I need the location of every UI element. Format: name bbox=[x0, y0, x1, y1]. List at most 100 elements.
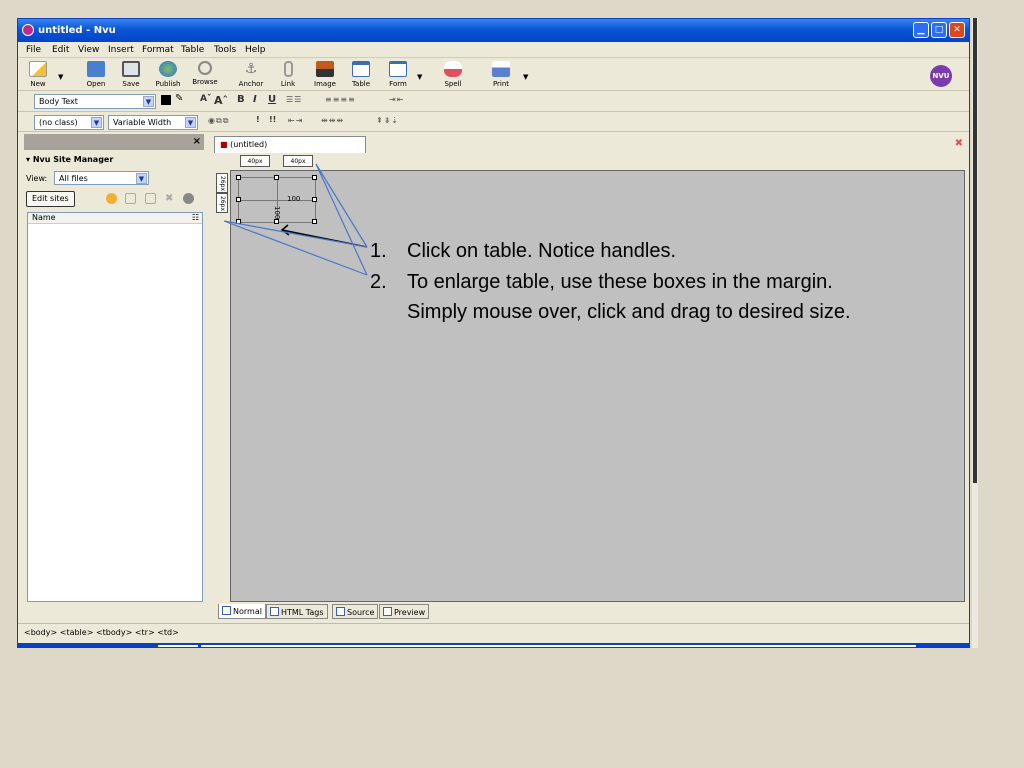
menu-tools[interactable]: Tools bbox=[214, 45, 236, 55]
new-page-icon bbox=[29, 61, 47, 77]
css-tools-icon[interactable]: ◉⧉⧉ bbox=[208, 116, 229, 126]
format-toolbar-1: Body Text ▼ ✎ Aˇ Aˆ B I U ☰☰ ≡≡≡≡ ⇥⇤ bbox=[18, 92, 969, 112]
important-button[interactable]: ! bbox=[256, 115, 260, 124]
chevron-down-icon: ▼ bbox=[185, 117, 196, 128]
column-picker-icon[interactable]: ☷ bbox=[192, 213, 199, 222]
link-button[interactable]: Link bbox=[268, 60, 308, 90]
site-manager-sidebar: × ▾ Nvu Site Manager View: All files ▼ Ed… bbox=[24, 134, 204, 609]
left-ruler: 26px 26px bbox=[214, 169, 230, 619]
indent-buttons-icon[interactable]: ⇥⇤ bbox=[389, 95, 404, 104]
scrollbar-thumb[interactable] bbox=[973, 18, 977, 483]
very-important-button[interactable]: !! bbox=[269, 115, 276, 124]
delete-icon[interactable]: ✖ bbox=[165, 193, 176, 204]
new-button[interactable]: New bbox=[18, 60, 58, 90]
chevron-down-icon: ▼ bbox=[143, 96, 154, 107]
resize-handle[interactable] bbox=[312, 219, 317, 224]
anchor-button[interactable]: ⚓ Anchor bbox=[231, 60, 271, 90]
column-width-box[interactable]: 40px bbox=[283, 155, 313, 167]
nvu-logo: NVU bbox=[930, 65, 952, 87]
resize-handle[interactable] bbox=[236, 219, 241, 224]
sidebar-header: × bbox=[24, 134, 204, 150]
smaller-font-button[interactable]: Aˇ bbox=[200, 94, 211, 104]
nvu-window: untitled - Nvu ▁ □ ✕ File Edit View Inse… bbox=[17, 18, 970, 648]
resize-handle[interactable] bbox=[236, 175, 241, 180]
spell-button[interactable]: Spell bbox=[433, 60, 473, 90]
editing-canvas[interactable]: 100 100 bbox=[230, 170, 965, 602]
instruction-text: To enlarge table, use these boxes in the… bbox=[407, 271, 833, 293]
status-bar[interactable]: <body> <table> <tbody> <tr> <td> bbox=[18, 623, 969, 643]
page-icon[interactable] bbox=[125, 193, 136, 204]
floppy-disk-icon bbox=[122, 61, 140, 77]
stop-icon[interactable] bbox=[183, 193, 194, 204]
close-document-icon[interactable]: ✖ bbox=[955, 138, 963, 149]
menu-table[interactable]: Table bbox=[181, 45, 204, 55]
document-tab[interactable]: ■ (untitled) bbox=[214, 136, 366, 153]
menu-view[interactable]: View bbox=[78, 45, 99, 55]
larger-font-button[interactable]: Aˆ bbox=[214, 94, 228, 107]
table-button[interactable]: Table bbox=[341, 60, 381, 90]
menu-file[interactable]: File bbox=[26, 45, 41, 55]
italic-button[interactable]: I bbox=[253, 94, 257, 105]
class-select[interactable]: (no class) ▼ bbox=[34, 115, 104, 130]
chevron-down-icon: ▼ bbox=[136, 173, 147, 184]
align-buttons-icon[interactable]: ≡≡≡≡ bbox=[325, 95, 356, 104]
resize-handle[interactable] bbox=[312, 197, 317, 202]
slide-scrollbar[interactable] bbox=[972, 18, 978, 648]
close-button[interactable]: ✕ bbox=[949, 22, 965, 38]
form-button[interactable]: Form bbox=[378, 60, 418, 90]
minimize-button[interactable]: ▁ bbox=[913, 22, 929, 38]
menu-insert[interactable]: Insert bbox=[108, 45, 134, 55]
menu-format[interactable]: Format bbox=[142, 45, 174, 55]
new-folder-icon[interactable] bbox=[106, 193, 117, 204]
edit-sites-button[interactable]: Edit sites bbox=[26, 191, 75, 207]
open-button[interactable]: Open bbox=[76, 60, 116, 90]
maximize-button[interactable]: □ bbox=[931, 22, 947, 38]
vertical-align-icon[interactable]: ⇞⇟⇣ bbox=[376, 116, 399, 125]
row-height-box[interactable]: 26px bbox=[216, 173, 228, 193]
document-icon: ■ bbox=[220, 140, 228, 149]
width-select[interactable]: Variable Width ▼ bbox=[108, 115, 198, 130]
resize-handle[interactable] bbox=[236, 197, 241, 202]
text-color-icon[interactable] bbox=[161, 95, 171, 105]
tab-preview[interactable]: Preview bbox=[379, 604, 430, 619]
highlight-pen-icon[interactable]: ✎ bbox=[175, 93, 183, 104]
save-button[interactable]: Save bbox=[111, 60, 151, 90]
rename-icon[interactable] bbox=[145, 193, 156, 204]
horizontal-align-icon[interactable]: ⇹⇹⇹ bbox=[321, 116, 344, 125]
editor-area: ■ (untitled) ✖ 40px 40px 26px 26px 100 1… bbox=[212, 136, 969, 623]
new-dropdown-icon[interactable]: ▼ bbox=[58, 73, 63, 81]
name-column-header[interactable]: Name ☷ bbox=[28, 213, 202, 224]
top-ruler: 40px 40px bbox=[214, 153, 969, 169]
window-title: untitled - Nvu bbox=[38, 25, 116, 36]
print-dropdown-icon[interactable]: ▼ bbox=[523, 73, 528, 81]
resize-handle[interactable] bbox=[312, 175, 317, 180]
outdent-indent-icon[interactable]: ⇤⇥ bbox=[288, 116, 303, 125]
instruction-continuation: Simply mouse over, click and drag to des… bbox=[407, 301, 851, 323]
menu-help[interactable]: Help bbox=[245, 45, 266, 55]
print-button[interactable]: Print bbox=[481, 60, 521, 90]
instruction-text: Click on table. Notice handles. bbox=[407, 240, 677, 262]
edit-mode-tabs: Normal HTML Tags Source Preview bbox=[214, 604, 969, 620]
paragraph-style-select[interactable]: Body Text ▼ bbox=[34, 94, 156, 109]
resize-handle[interactable] bbox=[274, 175, 279, 180]
view-select[interactable]: All files ▼ bbox=[54, 171, 149, 185]
tab-source[interactable]: Source bbox=[332, 604, 379, 619]
globe-icon bbox=[159, 61, 177, 77]
form-dropdown-icon[interactable]: ▼ bbox=[417, 73, 422, 81]
bold-button[interactable]: B bbox=[237, 94, 245, 105]
site-file-list[interactable]: Name ☷ bbox=[27, 212, 203, 602]
browse-button[interactable]: Browse bbox=[185, 60, 225, 90]
html-table[interactable]: 100 100 bbox=[236, 175, 317, 224]
row-height-box[interactable]: 26px bbox=[216, 193, 228, 213]
paperclip-icon bbox=[283, 61, 293, 77]
menu-edit[interactable]: Edit bbox=[52, 45, 69, 55]
column-width-box[interactable]: 40px bbox=[240, 155, 270, 167]
publish-button[interactable]: Publish bbox=[148, 60, 188, 90]
list-buttons-icon[interactable]: ☰☰ bbox=[286, 95, 302, 104]
image-button[interactable]: Image bbox=[305, 60, 345, 90]
tab-html-tags[interactable]: HTML Tags bbox=[266, 604, 328, 619]
tab-normal[interactable]: Normal bbox=[218, 604, 266, 619]
underline-button[interactable]: U bbox=[268, 94, 276, 105]
sidebar-close-icon[interactable]: × bbox=[193, 136, 201, 147]
resize-handle[interactable] bbox=[274, 219, 279, 224]
